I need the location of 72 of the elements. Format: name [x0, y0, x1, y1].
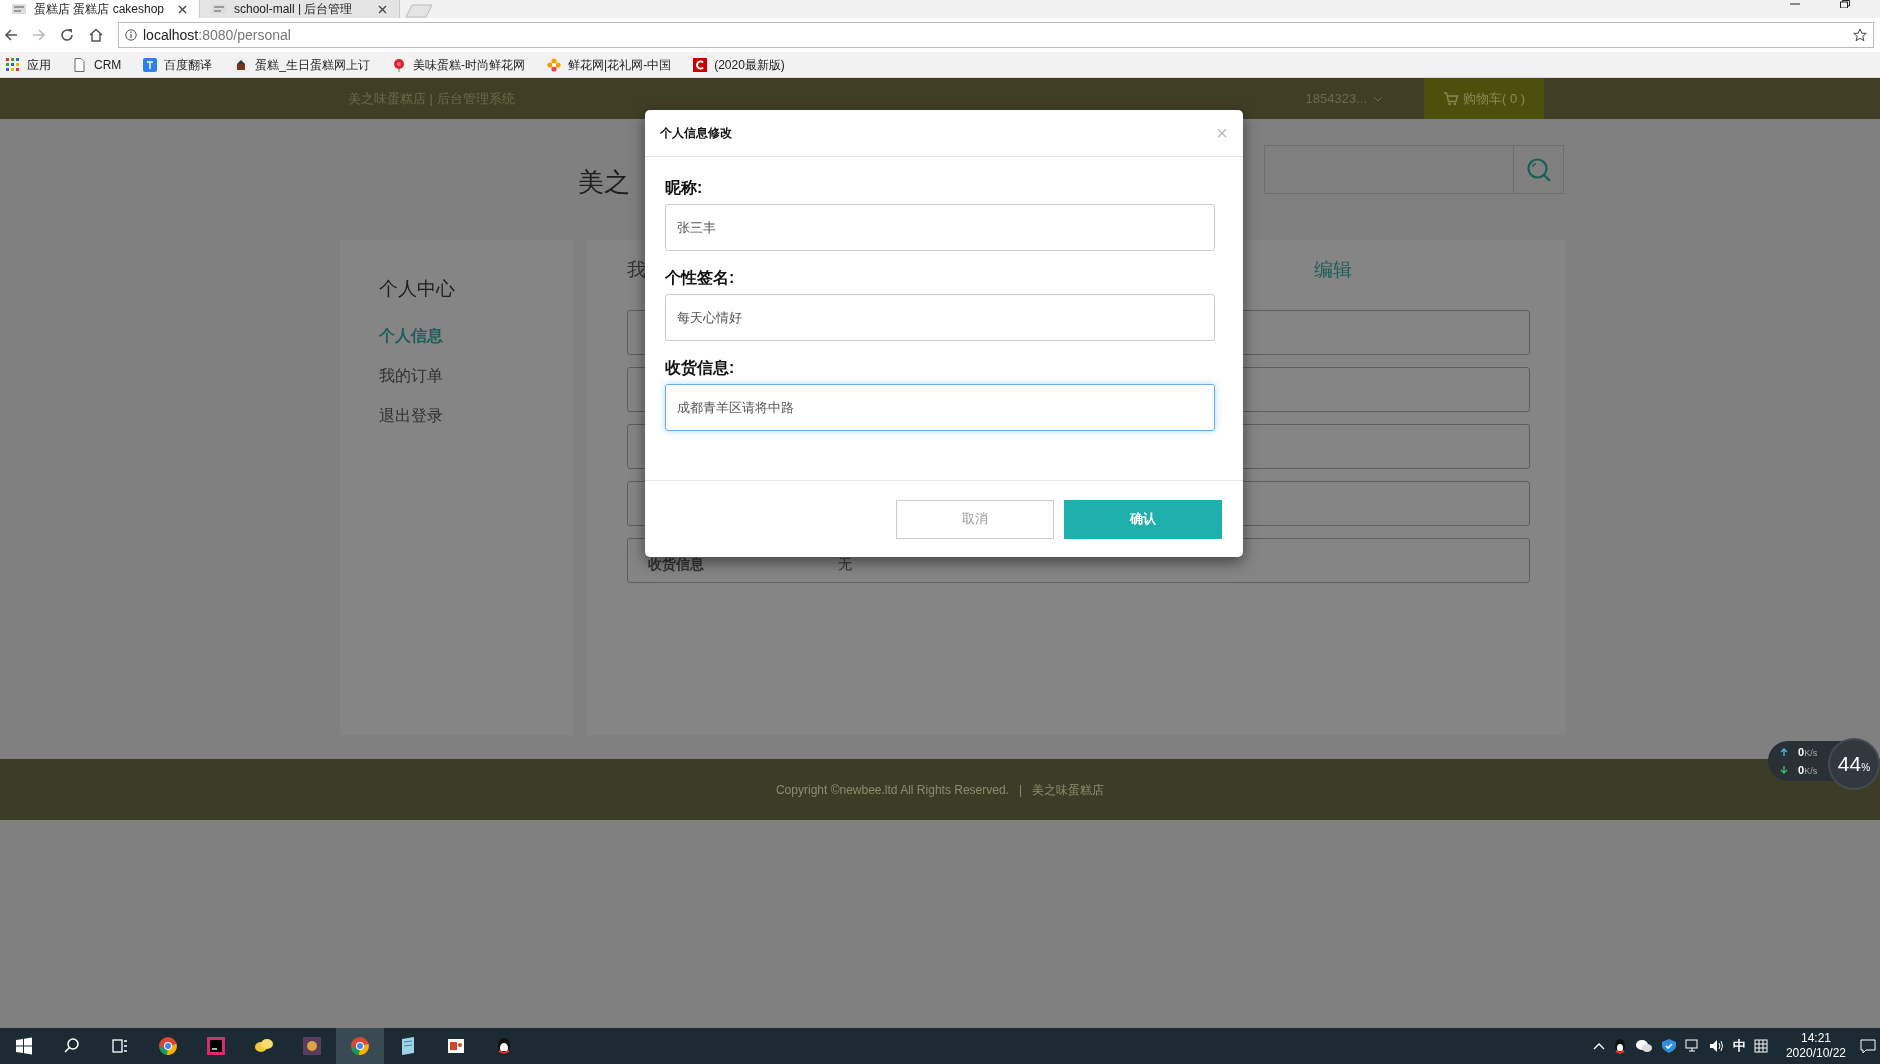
- bookmark-item[interactable]: 百度翻译: [139, 53, 217, 76]
- row-value: 无: [838, 555, 852, 574]
- star-icon[interactable]: [1853, 28, 1867, 42]
- minimize-icon[interactable]: [1790, 0, 1800, 8]
- chevron-up-icon[interactable]: [1592, 1042, 1605, 1050]
- speed-reading: 0K/s: [1798, 744, 1818, 760]
- download-arrow-icon: [1780, 766, 1788, 775]
- sidebar-item[interactable]: 我的订单: [379, 363, 443, 404]
- field-label: 个性签名:: [665, 268, 735, 288]
- translate-icon: [143, 57, 158, 72]
- penguin-icon[interactable]: [1612, 1038, 1627, 1054]
- clock[interactable]: 14:21 2020/10/22: [1785, 1031, 1846, 1061]
- bookmark-item[interactable]: (2020最新版): [689, 53, 789, 76]
- text-field[interactable]: 每天心情好: [665, 294, 1215, 341]
- chrome-button[interactable]: [336, 1028, 384, 1064]
- favicon-icon: [12, 4, 26, 14]
- close-icon: [178, 4, 187, 14]
- restore-icon[interactable]: [1840, 0, 1850, 8]
- c-logo-icon: [693, 57, 708, 72]
- bookmark-item[interactable]: CRM: [69, 53, 126, 76]
- network-icon[interactable]: [1684, 1039, 1701, 1053]
- new-tab-icon: [404, 4, 434, 18]
- footer-separator: |: [1018, 781, 1023, 799]
- copyright-text: Copyright ©newbee.ltd All Rights Reserved.: [775, 781, 1009, 799]
- back-icon[interactable]: [4, 28, 18, 42]
- field-label: 收货信息:: [665, 358, 735, 379]
- bookmark-item[interactable]: 鲜花网|花礼网-中国: [543, 53, 676, 76]
- favicon-icon: [212, 4, 226, 14]
- chat-icon[interactable]: [1634, 1039, 1653, 1053]
- rose-icon: [392, 57, 406, 72]
- sidebar-item[interactable]: 退出登录: [379, 403, 443, 444]
- sidebar-title: 个人中心: [379, 277, 456, 301]
- chrome-icon: [158, 1036, 178, 1056]
- ide-icon: [206, 1036, 226, 1056]
- slides-icon: [446, 1036, 466, 1056]
- cart-icon: [1443, 91, 1459, 106]
- page-icon: [73, 57, 87, 72]
- shield-icon[interactable]: [1660, 1038, 1677, 1054]
- close-icon: [378, 4, 387, 14]
- bookmark-item[interactable]: 美味蛋糕-时尚鲜花网: [388, 53, 529, 76]
- task-view-icon: [110, 1036, 130, 1056]
- search-icon: [1525, 156, 1552, 183]
- notification-icon[interactable]: [1860, 1038, 1876, 1054]
- browser-tab[interactable]: school-mall | 后台管理: [200, 0, 400, 18]
- apps-grid-icon: [6, 57, 20, 72]
- tab-title: 蛋糕店 蛋糕店 cakeshop: [34, 3, 166, 15]
- bookmark-item[interactable]: 蛋糕_生日蛋糕网上订: [230, 53, 374, 76]
- speed-reading: 0K/s: [1798, 763, 1818, 778]
- volume-icon[interactable]: [1708, 1039, 1725, 1053]
- game-icon: [302, 1036, 322, 1056]
- keyboard-grid-icon[interactable]: [1753, 1039, 1768, 1053]
- address-bar[interactable]: localhost:8080/personal: [118, 22, 1874, 48]
- dialog-title: 个人信息修改: [660, 125, 732, 142]
- row-label: 收货信息: [648, 555, 705, 574]
- text-field[interactable]: 张三丰: [665, 204, 1215, 251]
- start-icon: [14, 1036, 34, 1056]
- chrome-icon: [350, 1036, 370, 1056]
- upload-arrow-icon: [1780, 747, 1788, 756]
- tab-title: school-mall | 后台管理: [234, 3, 354, 15]
- chevron-down-icon: [1373, 95, 1384, 102]
- panel-heading: 我: [627, 258, 646, 282]
- field-label: 昵称:: [665, 178, 703, 198]
- home-icon[interactable]: [88, 28, 104, 42]
- bookmark-item[interactable]: 应用: [2, 53, 55, 76]
- reload-icon[interactable]: [60, 28, 74, 42]
- input-method-indicator[interactable]: 中: [1732, 1036, 1746, 1056]
- info-icon: [125, 29, 137, 41]
- url-text: localhost:8080/personal: [143, 25, 291, 45]
- text-field[interactable]: 成都青羊区请将中路: [665, 384, 1215, 431]
- flower-icon: [547, 57, 561, 72]
- page-title: 美之: [578, 169, 630, 195]
- browser-tab[interactable]: 蛋糕店 蛋糕店 cakeshop: [0, 0, 200, 18]
